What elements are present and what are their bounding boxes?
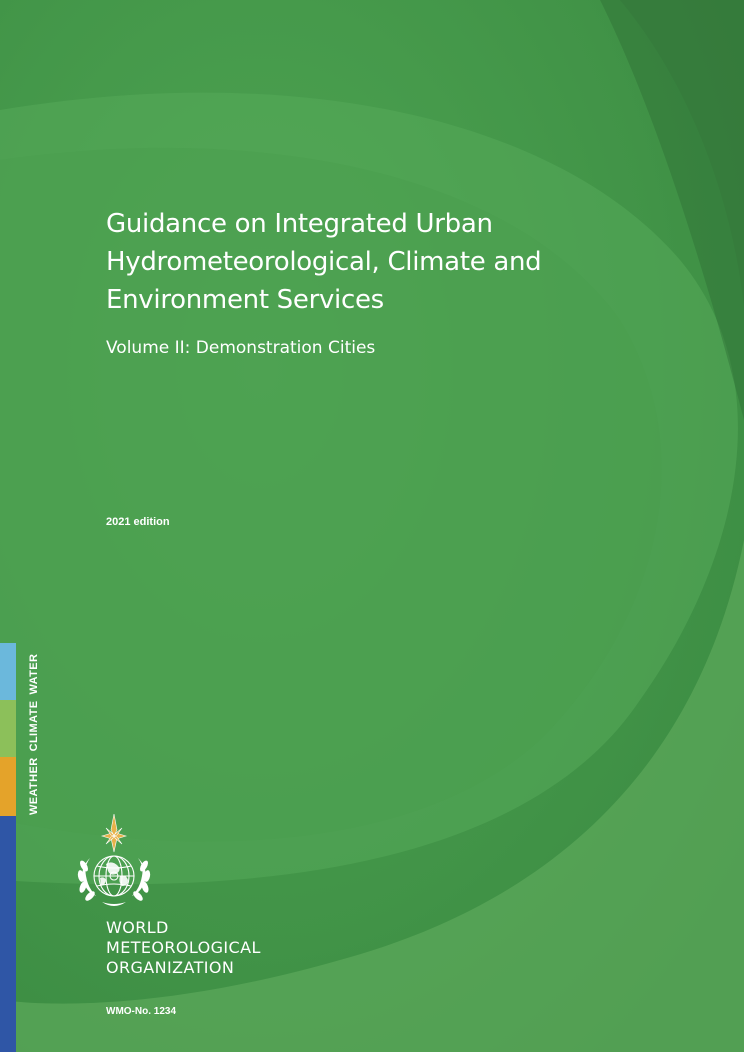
- title-block: Guidance on Integrated Urban Hydrometeor…: [106, 205, 706, 359]
- weather-climate-water-label: WEATHER CLIMATE WATER: [28, 648, 40, 815]
- title-line: Hydrometeorological, Climate and: [106, 247, 542, 277]
- climate-label: CLIMATE: [28, 700, 40, 752]
- publication-number: WMO-No. 1234: [106, 1006, 177, 1017]
- weather-color-segment: [0, 757, 16, 816]
- organization-name: WORLD METEOROLOGICAL ORGANIZATION: [106, 918, 261, 978]
- wmo-emblem-icon: [77, 814, 151, 906]
- edition-label: 2021 edition: [106, 516, 170, 528]
- organization-name-line: WORLD: [106, 918, 169, 937]
- base-color-segment: [0, 816, 16, 1052]
- weather-label: WEATHER: [28, 757, 40, 815]
- document-title: Guidance on Integrated Urban Hydrometeor…: [106, 205, 706, 319]
- organization-name-line: ORGANIZATION: [106, 958, 235, 977]
- color-strip: [0, 643, 16, 1052]
- title-line: Guidance on Integrated Urban: [106, 209, 493, 239]
- organization-name-line: METEOROLOGICAL: [106, 938, 261, 957]
- water-color-segment: [0, 643, 16, 700]
- title-line: Environment Services: [106, 285, 384, 315]
- climate-color-segment: [0, 700, 16, 757]
- document-subtitle: Volume II: Demonstration Cities: [106, 338, 376, 358]
- water-label: WATER: [28, 653, 40, 695]
